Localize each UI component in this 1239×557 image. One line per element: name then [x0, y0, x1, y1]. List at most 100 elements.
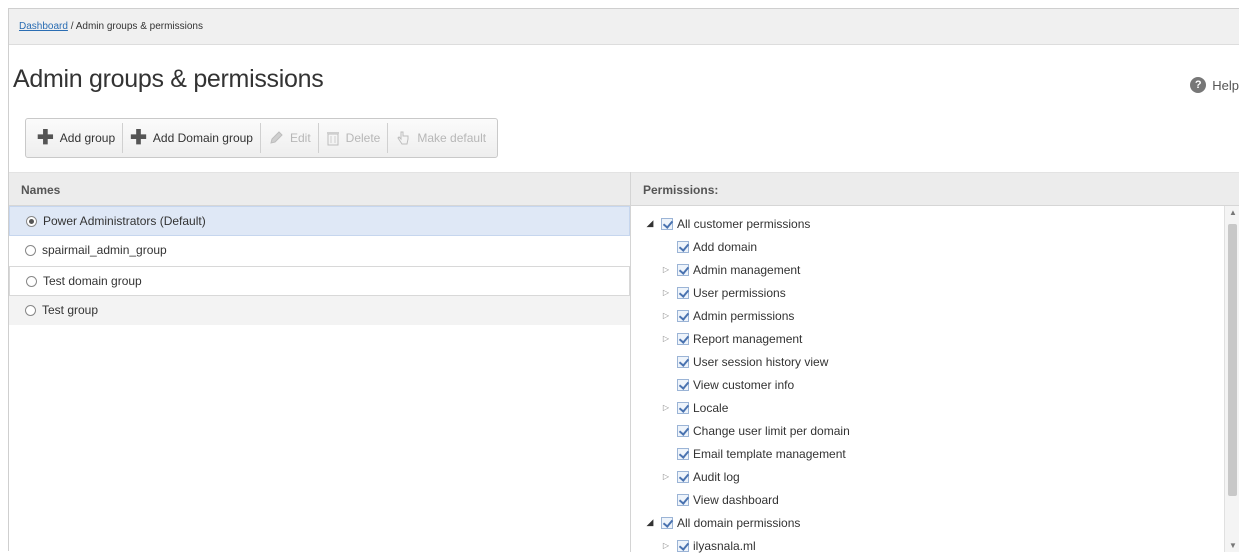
group-row[interactable]: Test group [9, 296, 630, 326]
permission-checkbox[interactable] [677, 286, 689, 299]
group-radio[interactable] [25, 305, 36, 316]
permission-checkbox[interactable] [677, 470, 689, 483]
permission-node: ▷ Locale [631, 396, 1239, 419]
permissions-header: Permissions: [631, 172, 1239, 206]
group-radio[interactable] [26, 275, 37, 287]
permission-label: Audit log [693, 469, 740, 484]
breadcrumb: Dashboard / Admin groups & permissions [9, 9, 1239, 45]
permission-node: ▷ Admin permissions [631, 304, 1239, 327]
names-list: Power Administrators (Default) spairmail_… [9, 206, 630, 326]
permission-label: Email template management [693, 446, 846, 461]
expand-arrow-icon[interactable]: ▷ [661, 403, 671, 412]
permission-label: Report management [693, 331, 803, 346]
permission-node: ▷ Report management [631, 327, 1239, 350]
group-label: Test domain group [43, 273, 142, 288]
add-domain-group-label: Add Domain group [152, 131, 253, 145]
permission-checkbox[interactable] [677, 332, 689, 345]
permission-checkbox[interactable] [677, 263, 689, 276]
expand-arrow-icon[interactable]: ▷ [661, 311, 671, 320]
collapse-arrow-icon[interactable]: ◢ [645, 517, 655, 528]
permission-label: View customer info [693, 377, 795, 392]
permissions-panel: Permissions: ◢ All customer permissions Ad… [631, 172, 1239, 553]
permission-node: View customer info [631, 373, 1239, 396]
permission-checkbox[interactable] [677, 240, 689, 253]
permission-checkbox[interactable] [677, 355, 689, 368]
expand-arrow-icon[interactable]: ▷ [661, 472, 671, 481]
permission-label: Admin permissions [693, 308, 795, 323]
scroll-down-icon[interactable]: ▼ [1229, 541, 1237, 550]
trash-icon [326, 130, 340, 146]
group-label: spairmail_admin_group [42, 243, 167, 257]
permission-node: ◢ All customer permissions [631, 212, 1239, 235]
expand-arrow-icon[interactable]: ▷ [661, 334, 671, 343]
breadcrumb-separator: / [67, 21, 76, 32]
group-radio[interactable] [25, 245, 36, 256]
plus-icon: ✚ [37, 127, 54, 149]
permission-node: ◢ All domain permissions [631, 511, 1239, 534]
permission-checkbox[interactable] [677, 447, 689, 460]
group-row[interactable]: spairmail_admin_group [9, 236, 630, 266]
toolbar: ✚ Add group ✚ Add Domain group Edit Dele… [25, 118, 499, 158]
expand-arrow-icon[interactable]: ▷ [661, 288, 671, 297]
expand-arrow-icon[interactable]: ▷ [661, 541, 671, 550]
permission-label: All domain permissions [677, 515, 801, 530]
permission-node: Add domain [631, 235, 1239, 258]
edit-label: Edit [289, 131, 311, 145]
permission-checkbox[interactable] [677, 378, 689, 391]
permissions-tree: ◢ All customer permissions Add domain ▷ Admi… [631, 206, 1239, 557]
add-group-label: Add group [59, 131, 116, 145]
permission-label: Add domain [693, 239, 758, 254]
group-radio[interactable] [26, 215, 37, 227]
group-row[interactable]: Power Administrators (Default) [9, 206, 630, 236]
permission-label: All customer permissions [677, 216, 811, 231]
permissions-scrollbar[interactable]: ▲ ▼ [1224, 206, 1239, 552]
make-default-button[interactable]: Make default [388, 123, 493, 153]
permission-label: User permissions [693, 285, 786, 300]
app-frame: Dashboard / Admin groups & permissions A… [8, 8, 1239, 553]
help-icon: ? [1190, 77, 1207, 93]
permission-checkbox[interactable] [661, 516, 673, 529]
page-title: Admin groups & permissions [13, 65, 324, 93]
add-group-button[interactable]: ✚ Add group [30, 123, 124, 153]
permission-checkbox[interactable] [677, 401, 689, 414]
delete-label: Delete [345, 131, 381, 145]
permission-node: User session history view [631, 350, 1239, 373]
breadcrumb-dashboard-link[interactable]: Dashboard [19, 21, 68, 32]
edit-button[interactable]: Edit [261, 123, 319, 153]
permission-node: Change user limit per domain [631, 419, 1239, 442]
permission-label: User session history view [693, 354, 829, 369]
names-header: Names [9, 172, 630, 206]
collapse-arrow-icon[interactable]: ◢ [645, 218, 655, 229]
permission-checkbox[interactable] [677, 309, 689, 322]
permission-node: View dashboard [631, 488, 1239, 511]
make-default-label: Make default [417, 131, 487, 145]
permission-node: ▷ Audit log [631, 465, 1239, 488]
permission-node: ▷ Admin management [631, 258, 1239, 281]
expand-arrow-icon[interactable]: ▷ [661, 265, 671, 274]
group-row[interactable]: Test domain group [9, 266, 630, 296]
add-domain-group-button[interactable]: ✚ Add Domain group [123, 123, 261, 153]
delete-button[interactable]: Delete [319, 123, 389, 153]
permission-checkbox[interactable] [661, 217, 673, 230]
permission-node: ▷ User permissions [631, 281, 1239, 304]
permission-node: Email template management [631, 442, 1239, 465]
permission-checkbox[interactable] [677, 424, 689, 437]
help-link[interactable]: ? Help [1190, 77, 1239, 93]
pencil-icon [268, 130, 284, 146]
permission-label: View dashboard [693, 492, 779, 507]
permission-checkbox[interactable] [677, 539, 689, 552]
names-panel: Names Power Administrators (Default) spai… [9, 172, 631, 552]
permission-label: Locale [693, 400, 729, 415]
scroll-up-icon[interactable]: ▲ [1229, 208, 1237, 217]
permission-checkbox[interactable] [677, 493, 689, 506]
plus-icon: ✚ [130, 127, 147, 149]
group-label: Test group [42, 303, 99, 317]
help-label: Help [1212, 77, 1239, 93]
permission-label: Change user limit per domain [693, 423, 850, 438]
hand-pointer-icon [395, 130, 411, 146]
permission-label: ilyasnala.ml [693, 538, 756, 553]
permission-node: ▷ ilyasnala.ml [631, 534, 1239, 557]
permission-label: Admin management [693, 262, 801, 277]
breadcrumb-current: Admin groups & permissions [75, 21, 203, 32]
scroll-thumb[interactable] [1228, 224, 1237, 496]
